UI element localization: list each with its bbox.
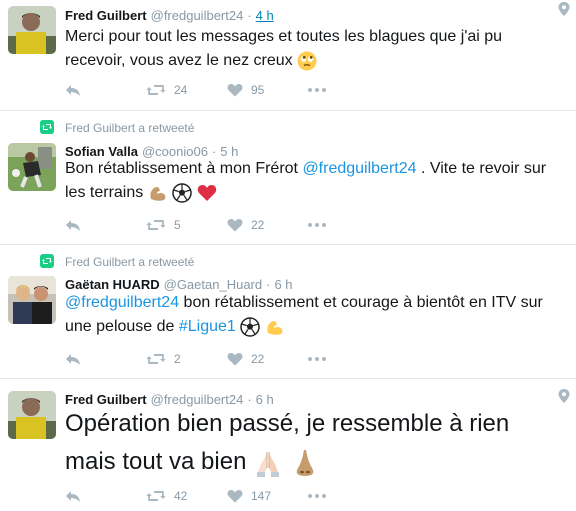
tweet-actions: 2 22 — [65, 351, 326, 367]
retweet-context-icon — [40, 254, 54, 268]
soccer-ball-emoji-icon — [240, 317, 261, 337]
heart-icon — [227, 84, 243, 97]
more-button[interactable] — [308, 223, 326, 227]
tweet[interactable]: Fred Guilbert @fredguilbert24 · 6 h Opér… — [0, 379, 576, 511]
more-button[interactable] — [308, 357, 326, 361]
nose-emoji-icon — [296, 449, 314, 476]
reply-button[interactable] — [65, 218, 146, 232]
more-button[interactable] — [308, 88, 326, 92]
reply-icon — [66, 491, 80, 502]
location-pin-icon[interactable] — [558, 2, 570, 16]
folded-hands-emoji-icon — [257, 451, 280, 477]
retweet-button[interactable]: 2 — [146, 352, 227, 366]
author-name[interactable]: Fred Guilbert — [65, 8, 147, 23]
more-icon — [308, 494, 326, 498]
reply-icon — [66, 220, 80, 231]
retweet-context-icon — [40, 120, 54, 134]
like-count: 147 — [251, 489, 272, 503]
soccer-ball-emoji-icon — [172, 183, 192, 203]
retweet-count: 5 — [174, 218, 181, 232]
hashtag-link[interactable]: #Ligue1 — [179, 318, 236, 335]
tweet[interactable]: Fred Guilbert @fredguilbert24 · 4 h Merc… — [0, 0, 576, 111]
tweet-actions: 24 95 — [65, 82, 326, 98]
avatar[interactable] — [8, 6, 56, 54]
retweet-button[interactable]: 5 — [146, 218, 227, 232]
retweet-icon — [146, 491, 166, 501]
avatar[interactable] — [8, 143, 56, 191]
location-pin-icon[interactable] — [558, 389, 570, 403]
heart-icon — [227, 353, 243, 366]
more-icon — [308, 357, 326, 361]
more-button[interactable] — [308, 494, 326, 498]
tweet[interactable]: Fred Guilbert a retweeté Gaëtan HUARD @G… — [0, 245, 576, 379]
timestamp[interactable]: 6 h — [274, 277, 292, 292]
separator: · — [247, 8, 252, 23]
reply-icon — [66, 354, 80, 365]
tweet-actions: 5 22 — [65, 217, 326, 233]
retweet-icon — [146, 85, 166, 95]
retweet-context[interactable]: Fred Guilbert a retweeté — [65, 255, 194, 269]
rolling-eyes-emoji-icon — [297, 51, 317, 71]
retweet-button[interactable]: 42 — [146, 489, 227, 503]
tweet-header: Fred Guilbert @fredguilbert24 · 4 h — [65, 8, 274, 23]
flexed-biceps-emoji-icon — [267, 320, 283, 335]
like-count: 95 — [251, 83, 265, 97]
tweet-text: Opération bien passé, je ressemble à rie… — [65, 405, 565, 481]
retweet-button[interactable]: 24 — [146, 83, 227, 97]
retweet-icon — [146, 354, 166, 364]
reply-button[interactable] — [65, 83, 146, 97]
tweet-text-content: Bon rétablissement à mon Frérot — [65, 160, 303, 177]
avatar[interactable] — [8, 276, 56, 324]
mention-link[interactable]: @fredguilbert24 — [302, 160, 416, 177]
like-count: 22 — [251, 218, 265, 232]
tweet-text: Merci pour tout les messages et toutes l… — [65, 25, 525, 73]
more-icon — [308, 223, 326, 227]
reply-button[interactable] — [65, 352, 146, 366]
timeline: Fred Guilbert @fredguilbert24 · 4 h Merc… — [0, 0, 576, 511]
retweet-count: 2 — [174, 352, 181, 366]
separator: · — [266, 277, 271, 292]
like-button[interactable]: 22 — [227, 352, 308, 366]
more-icon — [308, 88, 326, 92]
reply-icon — [66, 85, 80, 96]
red-heart-emoji-icon — [197, 184, 216, 201]
retweet-context[interactable]: Fred Guilbert a retweeté — [65, 121, 194, 135]
reply-button[interactable] — [65, 489, 146, 503]
heart-icon — [227, 219, 243, 232]
mention-link[interactable]: @fredguilbert24 — [65, 294, 179, 311]
like-button[interactable]: 22 — [227, 218, 308, 232]
tweet-text-content: Merci pour tout les messages et toutes l… — [65, 28, 503, 69]
like-button[interactable]: 147 — [227, 489, 308, 503]
author-handle[interactable]: @fredguilbert24 — [151, 8, 244, 23]
retweet-count: 42 — [174, 489, 188, 503]
author-handle[interactable]: @Gaetan_Huard — [164, 277, 262, 292]
tweet[interactable]: Fred Guilbert a retweeté Sofian Valla @c… — [0, 111, 576, 245]
like-count: 22 — [251, 352, 265, 366]
author-name[interactable]: Gaëtan HUARD — [65, 277, 160, 292]
heart-icon — [227, 490, 243, 503]
flexed-biceps-emoji-icon — [150, 186, 166, 201]
tweet-text: Bon rétablissement à mon Frérot @fredgui… — [65, 157, 565, 205]
timestamp[interactable]: 4 h — [256, 8, 274, 23]
retweet-icon — [146, 220, 166, 230]
retweet-count: 24 — [174, 83, 188, 97]
tweet-header: Gaëtan HUARD @Gaetan_Huard · 6 h — [65, 277, 293, 292]
tweet-text-content: Opération bien passé, je ressemble à rie… — [65, 410, 510, 475]
avatar[interactable] — [8, 391, 56, 439]
like-button[interactable]: 95 — [227, 83, 308, 97]
tweet-text: @fredguilbert24 bon rétablissement et co… — [65, 291, 565, 339]
tweet-actions: 42 147 — [65, 488, 326, 504]
